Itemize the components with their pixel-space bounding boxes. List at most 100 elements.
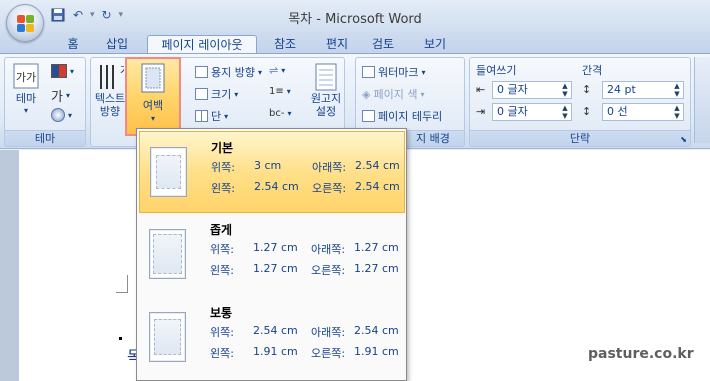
- indent-right-spinner[interactable]: 0 글자 ▲ ▼: [492, 103, 572, 121]
- line-numbers-button[interactable]: 1≡ ▾: [269, 86, 291, 97]
- size-button[interactable]: 크기 ▾: [195, 86, 238, 102]
- tab-page-layout[interactable]: 페이지 레이아웃: [147, 35, 257, 54]
- spacing-after-spinner[interactable]: 0 선 ▲ ▼: [602, 103, 684, 121]
- page-color-button[interactable]: ◈ 페이지 색 ▾: [362, 86, 424, 102]
- page-color-icon: ◈: [362, 87, 371, 101]
- right-label: 오른쪽:: [312, 182, 347, 195]
- tab-review[interactable]: 검토: [366, 35, 400, 54]
- right-value: 1.91 cm: [354, 345, 399, 358]
- margin-preset-moderate[interactable]: 보통 위쪽: 2.54 cm 아래쪽: 2.54 cm 왼쪽: 1.91 cm …: [139, 297, 405, 379]
- tab-insert[interactable]: 삽입: [100, 35, 134, 54]
- bottom-value: 2.54 cm: [354, 324, 399, 337]
- watermark-icon: [362, 66, 375, 78]
- bottom-label: 아래쪽:: [311, 326, 346, 339]
- columns-button[interactable]: 단 ▾: [195, 108, 228, 124]
- page-color-label: 페이지 색: [373, 88, 418, 101]
- bottom-label: 아래쪽:: [311, 243, 346, 256]
- margins-button[interactable]: 여백 ▾: [125, 57, 181, 136]
- theme-fonts-button[interactable]: 가 ▾: [51, 86, 70, 105]
- theme-button[interactable]: 가가 테마 ▾: [9, 62, 43, 115]
- paragraph-group-label: 단락: [470, 130, 690, 146]
- text-direction-icon: 가: [100, 65, 124, 89]
- spacing-before-value: 24 pt: [607, 83, 636, 96]
- watermark-label: 워터마크: [378, 66, 419, 79]
- indent-right-icon: ⇥: [476, 105, 486, 118]
- margins-dropdown-menu: 기본 위쪽: 3 cm 아래쪽: 2.54 cm 왼쪽: 2.54 cm 오른쪽…: [136, 128, 407, 381]
- page-borders-icon: [362, 110, 375, 122]
- breaks-button[interactable]: ⇌ ▾: [269, 64, 285, 77]
- tab-home[interactable]: 홈: [60, 35, 86, 54]
- indent-left-arrows-icon[interactable]: ▲ ▼: [560, 82, 570, 98]
- spacing-before-arrows-icon[interactable]: ▲ ▼: [672, 82, 682, 98]
- margins-icon: [141, 63, 165, 93]
- columns-label: 단: [211, 110, 222, 123]
- ribbon-tabs: 홈 삽입 페이지 레이아웃 참조 편지 검토 보기: [0, 32, 710, 54]
- manuscript-label: 원고지 설정: [310, 92, 342, 118]
- size-icon: [195, 88, 208, 100]
- spacing-before-spinner[interactable]: 24 pt ▲ ▼: [602, 81, 684, 99]
- top-label: 위쪽:: [210, 243, 234, 256]
- left-value: 1.91 cm: [253, 345, 298, 358]
- window-title: 목차 - Microsoft Word: [288, 12, 422, 27]
- theme-effects-icon: [51, 108, 65, 122]
- paragraph-dialog-launcher-icon[interactable]: ⬊: [680, 135, 687, 144]
- theme-effects-button[interactable]: ▾: [51, 108, 72, 122]
- left-value: 2.54 cm: [254, 180, 299, 193]
- margins-label: 여백: [142, 99, 164, 112]
- margin-preset-moderate-icon: [149, 312, 186, 362]
- columns-icon: [195, 110, 208, 122]
- margin-preset-narrow[interactable]: 좁게 위쪽: 1.27 cm 아래쪽: 1.27 cm 왼쪽: 1.27 cm …: [139, 214, 405, 296]
- manuscript-settings-button[interactable]: 원고지 설정: [309, 62, 343, 118]
- spacing-title: 간격: [582, 64, 603, 77]
- theme-group: 가가 테마 ▾ ▾ 가 ▾ ▾ 테마: [4, 57, 86, 147]
- indent-left-value: 0 글자: [497, 83, 528, 96]
- office-logo-icon: [17, 15, 34, 32]
- right-value: 2.54 cm: [355, 180, 400, 193]
- document-left-margin: [0, 150, 19, 381]
- spacing-after-icon: ↕: [582, 105, 592, 118]
- theme-fonts-icon: 가: [51, 90, 63, 105]
- indent-title: 들여쓰기: [476, 64, 517, 77]
- theme-group-label: 테마: [5, 130, 85, 146]
- watermark-button[interactable]: 워터마크 ▾: [362, 64, 426, 80]
- bottom-value: 2.54 cm: [355, 159, 400, 172]
- theme-colors-button[interactable]: ▾: [51, 64, 74, 78]
- page-borders-label: 페이지 테두리: [378, 110, 443, 123]
- tab-mailings[interactable]: 편지: [320, 35, 354, 54]
- orientation-label: 용지 방향: [211, 66, 255, 79]
- indent-right-arrows-icon[interactable]: ▲ ▼: [560, 104, 570, 120]
- left-value: 1.27 cm: [253, 262, 298, 275]
- left-label: 왼쪽:: [210, 347, 234, 360]
- spacing-after-arrows-icon[interactable]: ▲ ▼: [672, 104, 682, 120]
- indent-right-value: 0 글자: [497, 105, 528, 118]
- margin-preset-normal[interactable]: 기본 위쪽: 3 cm 아래쪽: 2.54 cm 왼쪽: 2.54 cm 오른쪽…: [139, 131, 405, 213]
- orientation-icon: [195, 66, 208, 78]
- orientation-button[interactable]: 용지 방향 ▾: [195, 64, 262, 80]
- bottom-value: 1.27 cm: [354, 241, 399, 254]
- tab-view[interactable]: 보기: [418, 35, 452, 54]
- indent-left-spinner[interactable]: 0 글자 ▲ ▼: [492, 81, 572, 99]
- hyphenation-button[interactable]: bc- ▾: [269, 108, 291, 119]
- svg-text:가가: 가가: [16, 71, 36, 84]
- text-direction-button[interactable]: 가 텍스트 방향: [93, 62, 127, 118]
- office-button[interactable]: [6, 4, 44, 42]
- page-borders-button[interactable]: 페이지 테두리: [362, 108, 442, 124]
- svg-text:가: 가: [120, 65, 124, 77]
- top-label: 위쪽:: [211, 161, 235, 174]
- size-label: 크기: [211, 88, 232, 101]
- margin-corner-mark-vertical: [127, 275, 128, 293]
- right-label: 오른쪽:: [311, 264, 346, 277]
- theme-colors-icon: [51, 64, 67, 78]
- right-label: 오른쪽:: [311, 347, 346, 360]
- top-value: 3 cm: [254, 159, 282, 172]
- theme-icon: 가가: [13, 63, 39, 89]
- top-label: 위쪽:: [210, 326, 234, 339]
- site-watermark: pasture.co.kr: [588, 346, 694, 362]
- tab-references[interactable]: 참조: [268, 35, 302, 54]
- manuscript-icon: [315, 63, 337, 91]
- title-bar: ↶ ▾ ↻ ▾ 목차 - Microsoft Word: [0, 0, 710, 32]
- text-direction-label: 텍스트 방향: [94, 92, 126, 118]
- top-value: 2.54 cm: [253, 324, 298, 337]
- margin-preset-name: 좁게: [210, 223, 233, 237]
- margin-preset-name: 보통: [210, 306, 233, 320]
